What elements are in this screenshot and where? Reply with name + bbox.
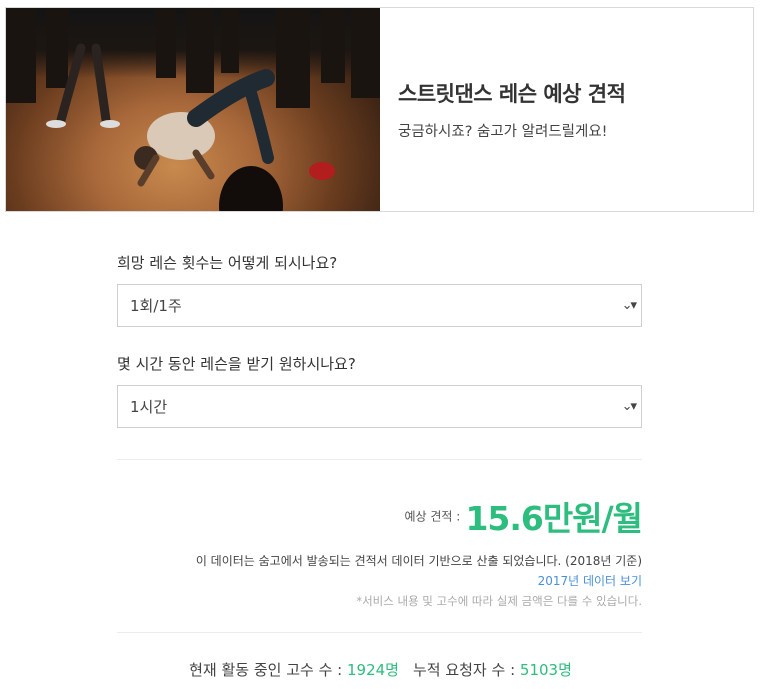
view-2017-data-link[interactable]: 2017년 데이터 보기 bbox=[117, 570, 642, 592]
estimate-form: 희망 레슨 횟수는 어떻게 되시나요? 1회/1주 ⌄▾ 몇 시간 동안 레슨을… bbox=[117, 252, 642, 428]
active-pros-label: 현재 활동 중인 고수 수 : bbox=[189, 661, 347, 679]
stats-bar: 현재 활동 중인 고수 수 : 1924명 누적 요청자 수 : 5103명 bbox=[0, 659, 761, 680]
lesson-frequency-value: 1회/1주 bbox=[130, 297, 182, 315]
lesson-duration-value: 1시간 bbox=[130, 398, 168, 416]
estimate-value: 15.6만원/월 bbox=[465, 499, 643, 538]
hero-text: 스트릿댄스 레슨 예상 견적 궁금하시죠? 숨고가 알려드릴게요! bbox=[380, 8, 626, 211]
hero-banner: 스트릿댄스 레슨 예상 견적 궁금하시죠? 숨고가 알려드릴게요! bbox=[5, 7, 754, 212]
breakdance-photo bbox=[6, 8, 380, 211]
lesson-frequency-label: 희망 레슨 횟수는 어떻게 되시나요? bbox=[117, 254, 338, 272]
lesson-frequency-select[interactable]: 1회/1주 ⌄▾ bbox=[117, 284, 642, 327]
lesson-duration-label: 몇 시간 동안 레슨을 받기 원하시나요? bbox=[117, 355, 356, 373]
total-requests-label: 누적 요청자 수 : bbox=[412, 661, 520, 679]
page-subtitle: 궁금하시죠? 숨고가 알려드릴게요! bbox=[398, 124, 608, 140]
estimate-notes: 이 데이터는 숨고에서 발송되는 견적서 데이터 기반으로 산출 되었습니다. … bbox=[117, 552, 642, 610]
page-title: 스트릿댄스 레슨 예상 견적 bbox=[398, 82, 626, 106]
divider bbox=[117, 459, 642, 460]
lesson-duration-select[interactable]: 1시간 ⌄▾ bbox=[117, 385, 642, 428]
chevron-down-icon: ⌄▾ bbox=[621, 298, 637, 313]
disclaimer-note: *서비스 내용 및 고수에 따라 실제 금액은 다를 수 있습니다. bbox=[356, 594, 642, 608]
data-source-note: 이 데이터는 숨고에서 발송되는 견적서 데이터 기반으로 산출 되었습니다. … bbox=[195, 554, 642, 568]
estimate-label: 예상 견적 : bbox=[404, 509, 461, 524]
active-pros-count: 1924명 bbox=[346, 661, 399, 679]
total-requests-count: 5103명 bbox=[519, 661, 572, 679]
estimate-result: 예상 견적 : 15.6만원/월 bbox=[117, 492, 643, 540]
chevron-down-icon: ⌄▾ bbox=[621, 399, 637, 414]
divider bbox=[117, 632, 642, 633]
